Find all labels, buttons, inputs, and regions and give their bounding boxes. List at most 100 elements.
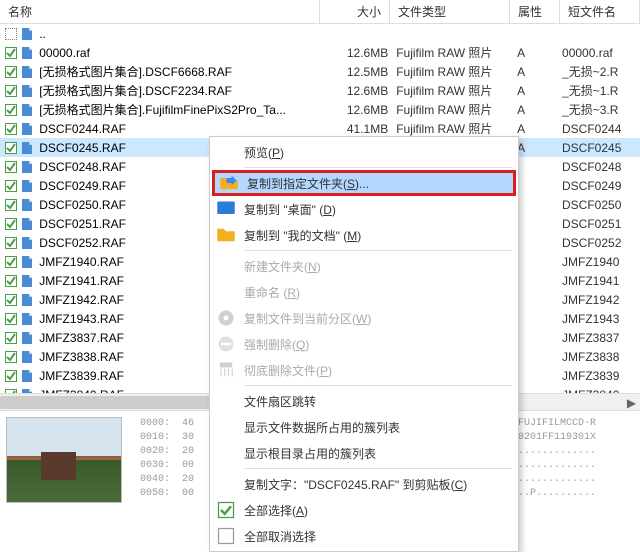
file-size: 41.1MB (328, 122, 396, 136)
checkbox-icon[interactable] (4, 198, 18, 212)
file-icon (20, 311, 36, 327)
file-short: DSCF0252 (562, 236, 640, 250)
file-short: 00000.raf (562, 46, 640, 60)
menu-copy-text[interactable]: 复制文字："DSCF0245.RAF" 到剪贴板(C) (212, 471, 516, 497)
checkbox-icon[interactable] (4, 122, 18, 136)
uncheck-icon (216, 526, 236, 546)
table-row[interactable]: [无损格式图片集合].DSCF6668.RAF12.5MBFujifilm RA… (0, 62, 640, 81)
scroll-right-icon[interactable]: ▶ (623, 394, 640, 411)
file-name: [无损格式图片集合].DSCF2234.RAF (39, 82, 328, 99)
checkbox-icon[interactable] (4, 236, 18, 250)
checkbox-icon[interactable] (4, 179, 18, 193)
file-icon (20, 102, 36, 118)
thumbnail-image (6, 417, 122, 503)
checkbox-icon[interactable] (4, 312, 18, 326)
file-short: JMFZ3837 (562, 331, 640, 345)
file-icon (20, 368, 36, 384)
file-size: 12.6MB (328, 46, 396, 60)
menu-copy-to-folder[interactable]: 复制到指定文件夹(S)... (212, 170, 516, 196)
file-short: _无损~1.R (562, 82, 640, 99)
file-icon (20, 349, 36, 365)
menu-select-all[interactable]: 全部选择(A) (212, 497, 516, 523)
file-icon (20, 216, 36, 232)
file-short: JMFZ3839 (562, 369, 640, 383)
table-row[interactable]: [无损格式图片集合].FujifilmFinePixS2Pro_Ta...12.… (0, 100, 640, 119)
file-icon (20, 26, 36, 42)
file-icon (20, 45, 36, 61)
checkbox-icon[interactable] (4, 103, 18, 117)
menu-sector-jump[interactable]: 文件扇区跳转 (212, 388, 516, 414)
file-attr: A (513, 103, 562, 117)
menu-copy-to-docs[interactable]: 复制到 "我的文档" (M) (212, 222, 516, 248)
file-short: DSCF0251 (562, 217, 640, 231)
delete-icon (216, 334, 236, 354)
checkbox-icon[interactable] (4, 350, 18, 364)
file-short: DSCF0244 (562, 122, 640, 136)
checkbox-icon[interactable] (4, 160, 18, 174)
blank-icon (216, 443, 236, 463)
file-size: 12.6MB (328, 103, 396, 117)
file-attr: A (513, 46, 562, 60)
checkbox-icon[interactable] (4, 293, 18, 307)
checkbox-icon[interactable] (4, 369, 18, 383)
file-short: _无损~2.R (562, 63, 640, 80)
checkbox-icon[interactable] (4, 331, 18, 345)
file-short: JMFZ1940 (562, 255, 640, 269)
file-short: JMFZ1942 (562, 293, 640, 307)
file-size: 12.6MB (328, 84, 396, 98)
file-short: DSCF0249 (562, 179, 640, 193)
col-size[interactable]: 大小 (320, 0, 390, 23)
file-type: Fujifilm RAW 照片 (396, 101, 513, 118)
file-short: _无损~3.R (562, 101, 640, 118)
menu-cluster-list[interactable]: 显示文件数据所占用的簇列表 (212, 414, 516, 440)
menu-rename: 重命名 (R) (212, 279, 516, 305)
file-type: Fujifilm RAW 照片 (396, 82, 513, 99)
col-type[interactable]: 文件类型 (390, 0, 510, 23)
file-icon (20, 330, 36, 346)
file-attr: A (513, 141, 562, 155)
file-type: Fujifilm RAW 照片 (396, 120, 513, 137)
hex-offsets: 0000: 46 0010: 30 0020: 20 0030: 00 0040… (140, 417, 208, 507)
menu-copy-to-desktop[interactable]: 复制到 "桌面" (D) (212, 196, 516, 222)
file-size: 12.5MB (328, 65, 396, 79)
separator (244, 468, 512, 469)
file-icon (20, 64, 36, 80)
file-type: Fujifilm RAW 照片 (396, 63, 513, 80)
checkbox-icon[interactable] (4, 65, 18, 79)
blank-icon (216, 417, 236, 437)
folder-icon (216, 225, 236, 245)
checkbox-icon[interactable] (4, 84, 18, 98)
checkbox-icon[interactable] (4, 217, 18, 231)
checkbox-empty-icon[interactable] (4, 27, 18, 41)
check-icon (216, 500, 236, 520)
file-icon (20, 140, 36, 156)
menu-deselect-all[interactable]: 全部取消选择 (212, 523, 516, 549)
drive-icon (216, 308, 236, 328)
table-row[interactable]: .. (0, 24, 640, 43)
checkbox-icon[interactable] (4, 141, 18, 155)
file-short: JMFZ1941 (562, 274, 640, 288)
col-attr[interactable]: 属性 (510, 0, 560, 23)
checkbox-icon[interactable] (4, 255, 18, 269)
col-short[interactable]: 短文件名 (560, 0, 640, 23)
file-icon (20, 121, 36, 137)
checkbox-icon[interactable] (4, 274, 18, 288)
table-row[interactable]: [无损格式图片集合].DSCF2234.RAF12.6MBFujifilm RA… (0, 81, 640, 100)
file-short: DSCF0248 (562, 160, 640, 174)
file-attr: A (513, 122, 562, 136)
menu-perm-delete: 彻底删除文件(P) (212, 357, 516, 383)
menu-root-cluster[interactable]: 显示根目录占用的簇列表 (212, 440, 516, 466)
file-name: .. (39, 27, 328, 41)
checkbox-icon[interactable] (4, 46, 18, 60)
shred-icon (216, 360, 236, 380)
file-attr: A (513, 65, 562, 79)
file-icon (20, 159, 36, 175)
file-short: DSCF0250 (562, 198, 640, 212)
file-short: JMFZ3838 (562, 350, 640, 364)
blank-icon (216, 391, 236, 411)
file-short: JMFZ1943 (562, 312, 640, 326)
menu-preview[interactable]: 预览(P) (212, 139, 516, 165)
table-row[interactable]: 00000.raf12.6MBFujifilm RAW 照片A00000.raf (0, 43, 640, 62)
col-name[interactable]: 名称 (0, 0, 320, 23)
file-icon (20, 83, 36, 99)
